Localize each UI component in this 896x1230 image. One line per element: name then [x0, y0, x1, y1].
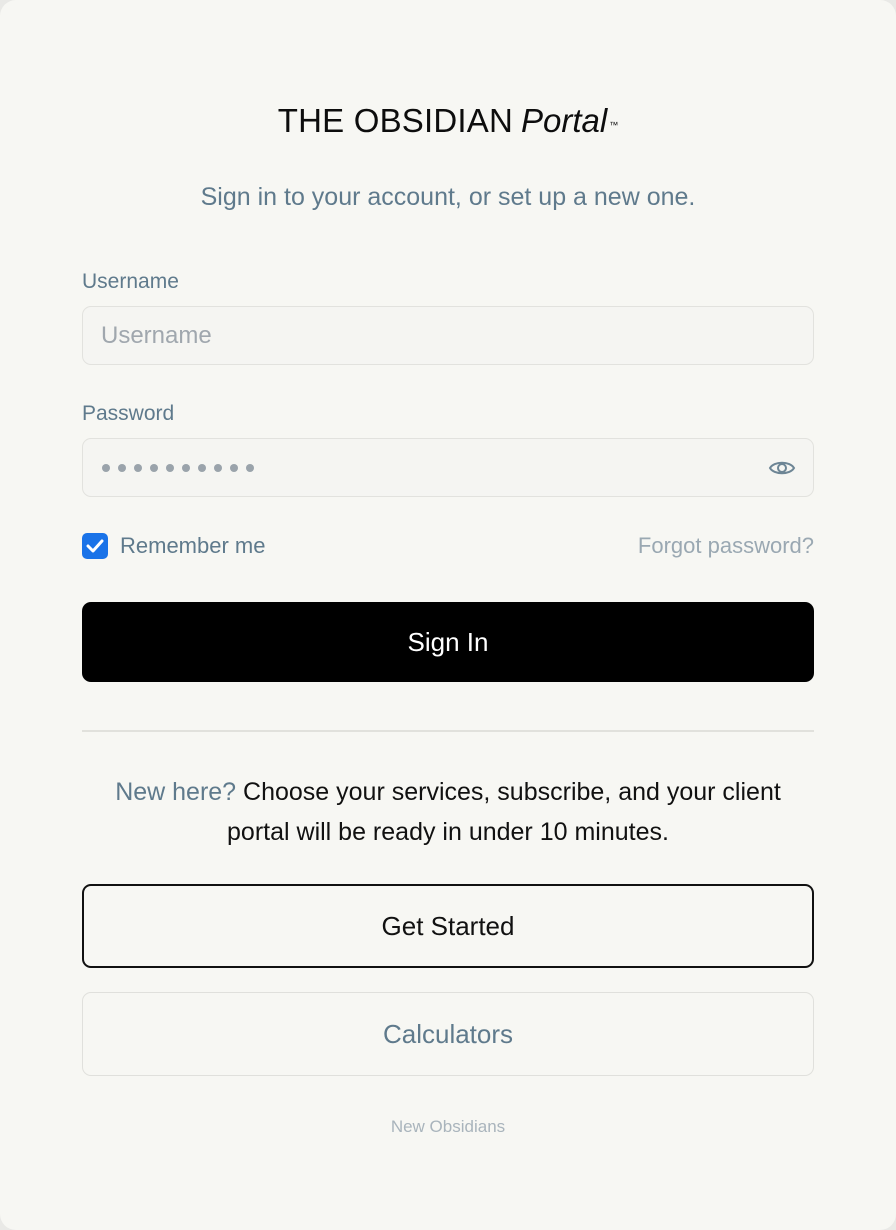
- remember-me-checkbox[interactable]: Remember me: [82, 532, 265, 560]
- password-mask-dot: [150, 463, 158, 472]
- username-field-container: [82, 306, 814, 365]
- username-label: Username: [82, 270, 179, 293]
- eye-icon[interactable]: [767, 454, 797, 482]
- username-input[interactable]: [83, 307, 813, 364]
- footer-text: New Obsidians: [390, 1117, 506, 1136]
- remember-me-label: Remember me: [120, 533, 266, 558]
- password-mask-dot: [246, 463, 254, 472]
- new-here-text: New here?: [115, 778, 237, 806]
- checkmark-icon[interactable]: [82, 533, 108, 559]
- password-mask: [102, 439, 254, 496]
- get-started-button[interactable]: Get Started: [82, 884, 814, 968]
- calculators-button[interactable]: Calculators: [82, 992, 814, 1076]
- brand-logo: THE OBSIDIAN Portal ™: [0, 100, 896, 142]
- brand-name: THE OBSIDIAN: [277, 102, 514, 139]
- password-mask-dot: [198, 463, 206, 472]
- password-field[interactable]: [82, 438, 814, 497]
- password-mask-dot: [118, 463, 126, 472]
- trademark-mark: ™: [609, 120, 619, 130]
- sign-in-button[interactable]: Sign In: [82, 602, 814, 682]
- login-card: THE OBSIDIAN Portal ™ Sign in to your acco…: [0, 0, 896, 1230]
- password-mask-dot: [166, 463, 174, 472]
- password-mask-dot: [134, 463, 142, 472]
- password-label: Password: [82, 402, 175, 425]
- brand-product: Portal: [521, 102, 608, 139]
- divider: [82, 730, 814, 732]
- promo-text: Choose your services, subscribe, and you…: [227, 778, 781, 846]
- password-mask-dot: [182, 463, 190, 472]
- new-account-promo: New here? Choose your services, subscrib…: [82, 772, 814, 852]
- password-mask-dot: [230, 463, 238, 472]
- password-mask-dot: [102, 463, 110, 472]
- forgot-password-link[interactable]: Forgot password?: [638, 532, 814, 560]
- page-subtitle: Sign in to your account, or set up a new…: [200, 183, 696, 211]
- password-mask-dot: [214, 463, 222, 472]
